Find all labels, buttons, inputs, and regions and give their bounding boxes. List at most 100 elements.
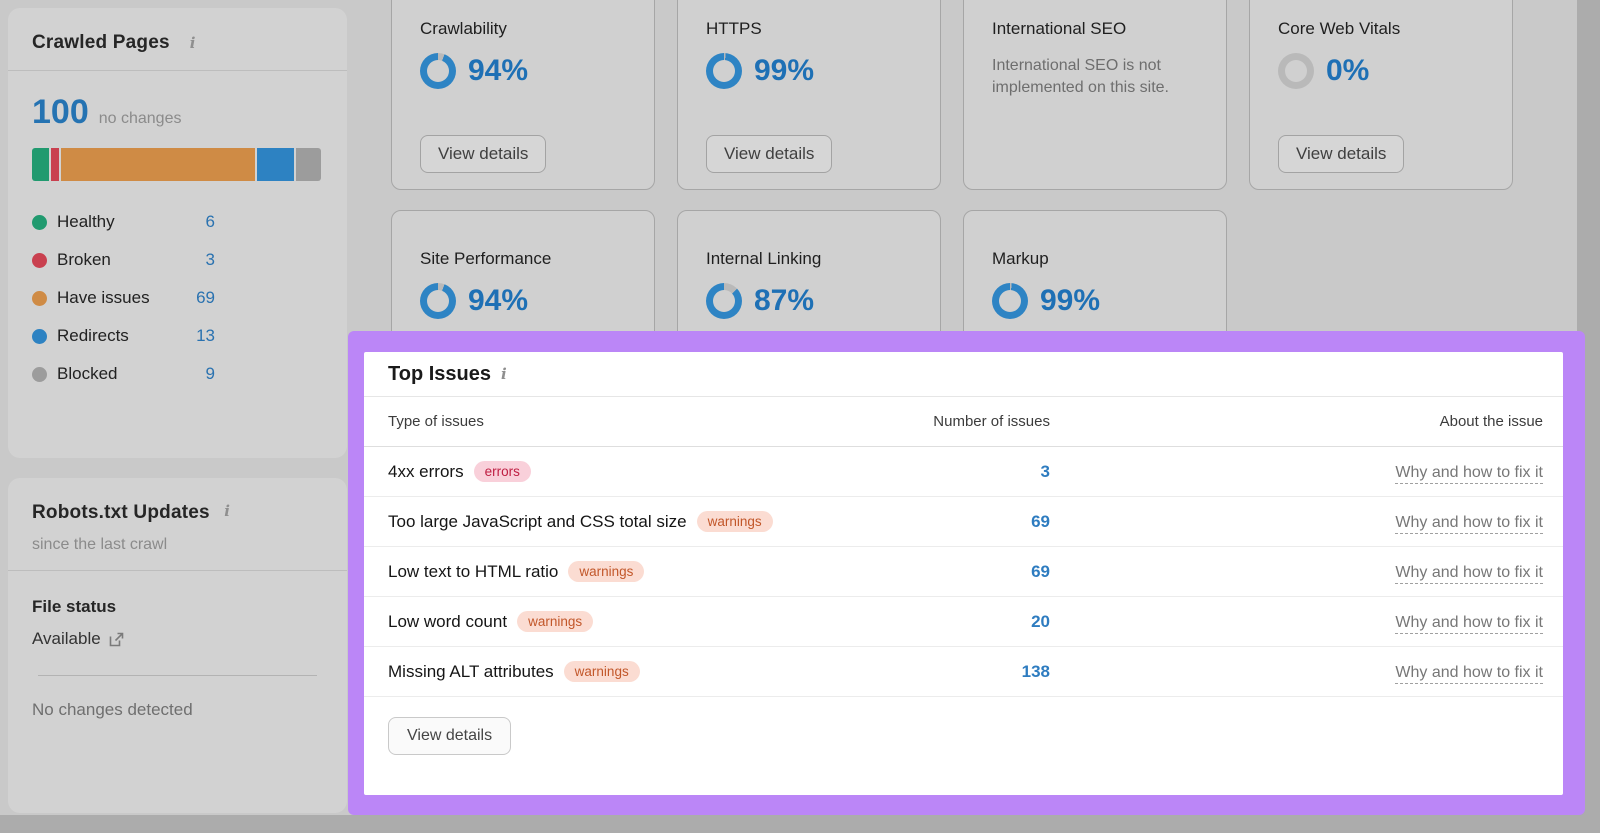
view-details-button[interactable]: View details	[1278, 135, 1404, 173]
crawled-pages-total-row: 100 no changes	[32, 93, 323, 132]
issue-count-link[interactable]: 69	[908, 562, 1050, 582]
legend-count[interactable]: 13	[196, 326, 215, 346]
table-header-row: Type of issues Number of issues About th…	[364, 397, 1563, 447]
core-web-vitals-card: Core Web Vitals 0% View details	[1249, 0, 1513, 190]
view-details-button[interactable]: View details	[388, 717, 511, 755]
card-title: International SEO	[992, 19, 1198, 39]
issue-name: 4xx errors	[388, 462, 464, 482]
score-row: 0%	[1278, 51, 1484, 91]
redirects-dot-icon	[32, 329, 47, 344]
broken-dot-icon	[32, 253, 47, 268]
why-how-to-fix-link[interactable]: Why and how to fix it	[1395, 614, 1543, 634]
bar-segment-broken	[51, 148, 59, 181]
score-row: 87%	[706, 281, 912, 321]
legend-item-blocked: Blocked 9	[32, 355, 215, 393]
legend-item-redirects: Redirects 13	[32, 317, 215, 355]
issue-count-link[interactable]: 3	[908, 462, 1050, 482]
issue-name-cell: Missing ALT attributes warnings	[388, 661, 908, 683]
table-row: Low text to HTML ratio warnings 69 Why a…	[364, 547, 1563, 597]
donut-chart-icon	[420, 283, 456, 319]
site-audit-overview: Crawled Pages i 100 no changes	[0, 0, 1600, 833]
severity-badge: warnings	[564, 661, 640, 683]
issue-name: Low text to HTML ratio	[388, 562, 558, 582]
donut-chart-icon	[992, 283, 1028, 319]
table-row: Low word count warnings 20 Why and how t…	[364, 597, 1563, 647]
view-details-button[interactable]: View details	[706, 135, 832, 173]
legend-count[interactable]: 69	[196, 288, 215, 308]
issue-name-cell: Low text to HTML ratio warnings	[388, 561, 908, 583]
why-how-to-fix-link[interactable]: Why and how to fix it	[1395, 464, 1543, 484]
crawled-pages-stacked-bar	[32, 148, 321, 181]
issue-count-link[interactable]: 69	[908, 512, 1050, 532]
bar-segment-healthy	[32, 148, 49, 181]
column-number-of-issues: Number of issues	[908, 413, 1050, 430]
issue-name-cell: Too large JavaScript and CSS total size …	[388, 511, 908, 533]
crawled-pages-title: Crawled Pages	[32, 32, 170, 54]
file-status-label: File status	[32, 597, 323, 617]
score-row: 94%	[420, 51, 626, 91]
file-status-value: Available	[32, 629, 101, 649]
international-seo-card: International SEO International SEO is n…	[963, 0, 1227, 190]
top-issues-title: Top Issues	[388, 363, 491, 386]
info-icon[interactable]: i	[224, 502, 230, 520]
why-how-to-fix-link[interactable]: Why and how to fix it	[1395, 514, 1543, 534]
healthy-dot-icon	[32, 215, 47, 230]
severity-badge: errors	[474, 461, 531, 483]
why-how-to-fix-link[interactable]: Why and how to fix it	[1395, 564, 1543, 584]
severity-badge: warnings	[517, 611, 593, 633]
robots-txt-card: Robots.txt Updates i since the last craw…	[8, 478, 347, 813]
view-details-button[interactable]: View details	[420, 135, 546, 173]
table-row: Too large JavaScript and CSS total size …	[364, 497, 1563, 547]
score-percent: 87%	[754, 284, 814, 318]
crawled-pages-total: 100	[32, 93, 89, 132]
crawlability-card: Crawlability 94% View details	[391, 0, 655, 190]
card-title: Site Performance	[420, 249, 626, 269]
card-title: Markup	[992, 249, 1198, 269]
score-percent: 94%	[468, 54, 528, 88]
issue-name: Low word count	[388, 612, 507, 632]
top-issues-panel: Top Issues i Type of issues Number of is…	[364, 352, 1563, 795]
panel-footer: View details	[364, 697, 1563, 775]
legend-count[interactable]: 9	[206, 364, 215, 384]
legend-count[interactable]: 6	[206, 212, 215, 232]
score-row: 94%	[420, 281, 626, 321]
bar-segment-have-issues	[61, 148, 255, 181]
card-title: Crawlability	[420, 19, 626, 39]
donut-chart-icon	[706, 53, 742, 89]
top-issues-header: Top Issues i	[364, 352, 1563, 397]
card-title: Internal Linking	[706, 249, 912, 269]
file-status-link[interactable]: Available	[32, 629, 323, 649]
why-how-to-fix-link[interactable]: Why and how to fix it	[1395, 664, 1543, 684]
card-title: Core Web Vitals	[1278, 19, 1484, 39]
severity-badge: warnings	[697, 511, 773, 533]
issue-count-link[interactable]: 138	[908, 662, 1050, 682]
legend-item-have-issues: Have issues 69	[32, 279, 215, 317]
robots-no-changes-note: No changes detected	[32, 700, 323, 720]
legend-count[interactable]: 3	[206, 250, 215, 270]
score-percent: 99%	[754, 54, 814, 88]
external-link-icon	[109, 632, 124, 647]
legend-label: Healthy	[57, 212, 206, 232]
score-row: 99%	[706, 51, 912, 91]
robots-txt-body: File status Available No changes detecte…	[8, 571, 347, 742]
bar-segment-blocked	[296, 148, 321, 181]
crawled-pages-body: 100 no changes Healthy 6	[8, 71, 347, 415]
legend-item-healthy: Healthy 6	[32, 203, 215, 241]
score-percent: 0%	[1326, 54, 1369, 88]
legend-label: Blocked	[57, 364, 206, 384]
column-about-the-issue: About the issue	[1050, 413, 1543, 430]
issue-name-cell: Low word count warnings	[388, 611, 908, 633]
donut-chart-icon	[420, 53, 456, 89]
info-icon[interactable]: i	[501, 365, 507, 383]
table-row: Missing ALT attributes warnings 138 Why …	[364, 647, 1563, 697]
robots-txt-subtitle: since the last crawl	[32, 536, 323, 554]
severity-badge: warnings	[568, 561, 644, 583]
table-row: 4xx errors errors 3 Why and how to fix i…	[364, 447, 1563, 497]
issue-count-link[interactable]: 20	[908, 612, 1050, 632]
info-icon[interactable]: i	[190, 34, 196, 52]
column-type-of-issues: Type of issues	[388, 413, 908, 430]
donut-chart-icon	[706, 283, 742, 319]
https-card: HTTPS 99% View details	[677, 0, 941, 190]
score-percent: 99%	[1040, 284, 1100, 318]
highlight-box: Top Issues i Type of issues Number of is…	[348, 331, 1585, 815]
